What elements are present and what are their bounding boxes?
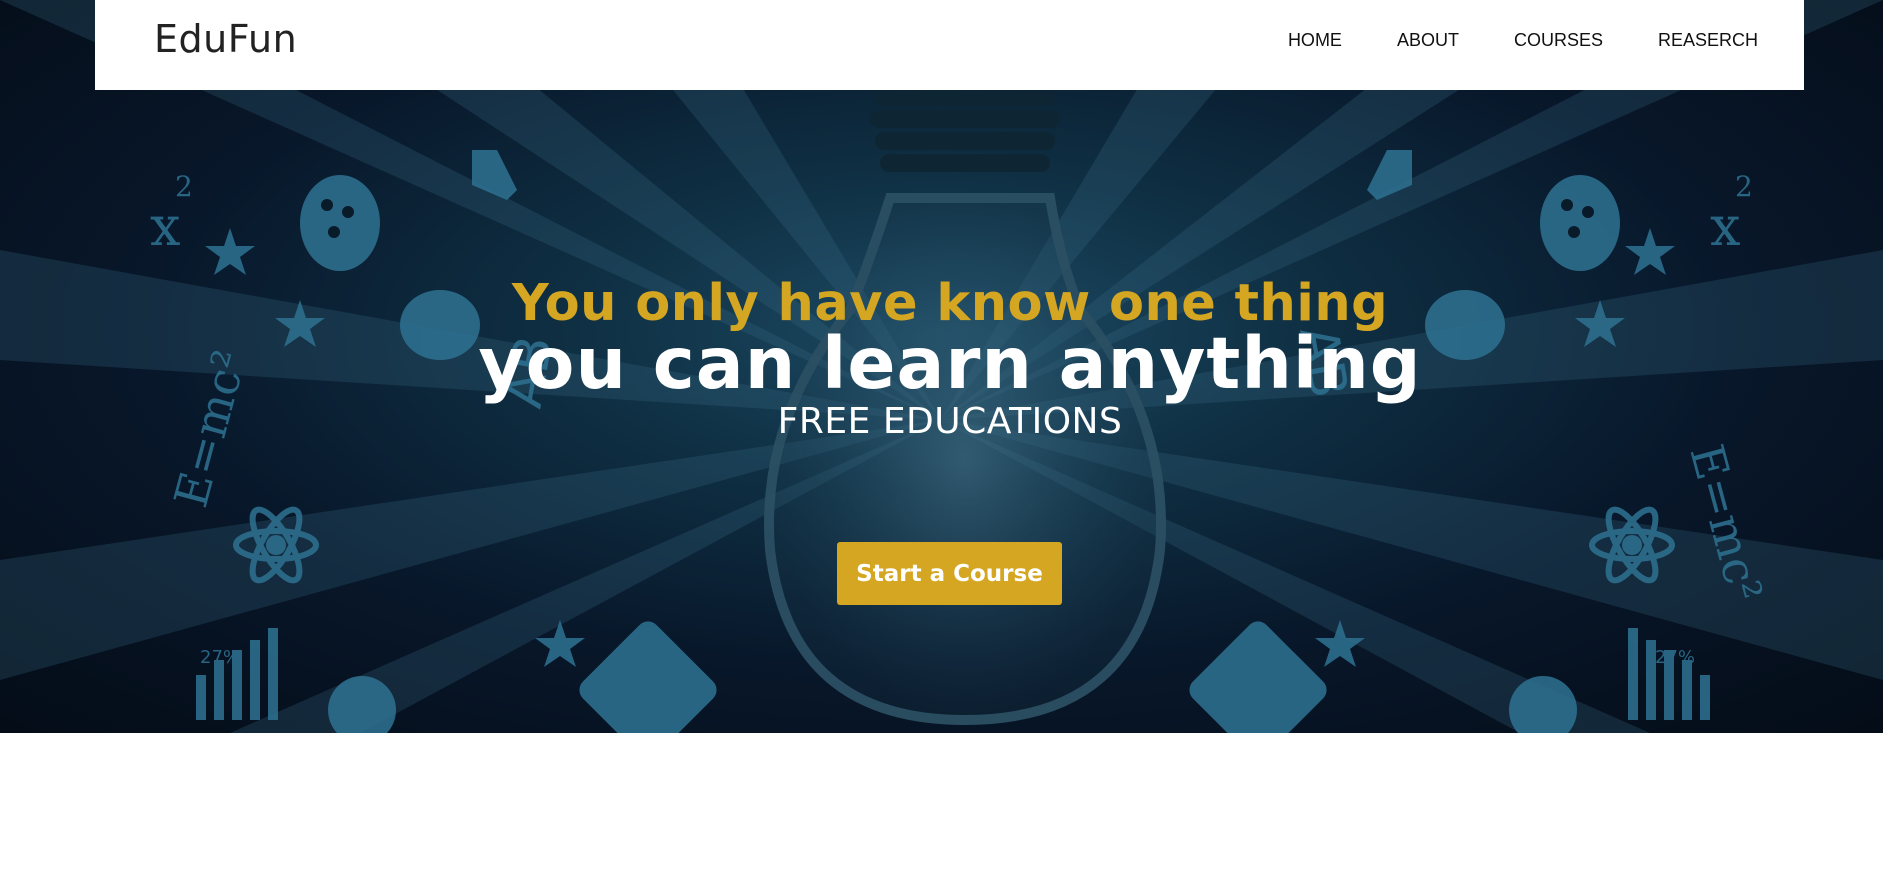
hero-subtitle: FREE EDUCATIONS bbox=[777, 401, 1123, 442]
calculator-icon bbox=[1189, 621, 1327, 733]
navbar: EduFun HOME ABOUT COURSES REASERCH bbox=[95, 0, 1804, 90]
below-hero-whitespace bbox=[0, 733, 1883, 872]
svg-text:27%: 27% bbox=[1655, 647, 1695, 668]
svg-text:x: x bbox=[150, 195, 180, 258]
bar-chart-icon bbox=[196, 628, 278, 720]
nav-links: HOME ABOUT COURSES REASERCH bbox=[1288, 30, 1758, 51]
svg-text:2: 2 bbox=[175, 170, 193, 203]
palette-icon bbox=[1540, 175, 1620, 271]
svg-text:2: 2 bbox=[1735, 170, 1753, 203]
brand-logo[interactable]: EduFun bbox=[154, 17, 297, 61]
nav-courses[interactable]: COURSES bbox=[1514, 30, 1603, 51]
bar-chart-icon bbox=[1628, 628, 1710, 720]
calculator-icon bbox=[579, 621, 717, 733]
hero-title: you can learn anything bbox=[478, 322, 1422, 405]
svg-text:27%: 27% bbox=[200, 647, 240, 668]
svg-text:x: x bbox=[1710, 195, 1740, 258]
nav-about[interactable]: ABOUT bbox=[1397, 30, 1459, 51]
nav-home[interactable]: HOME bbox=[1288, 30, 1342, 51]
hero-section: x 2 x 2 E=mc² E=mc² AB AB 27% 27% EduFun… bbox=[0, 0, 1883, 733]
palette-icon bbox=[300, 175, 380, 271]
start-course-button[interactable]: Start a Course bbox=[837, 542, 1062, 605]
nav-research[interactable]: REASERCH bbox=[1658, 30, 1758, 51]
